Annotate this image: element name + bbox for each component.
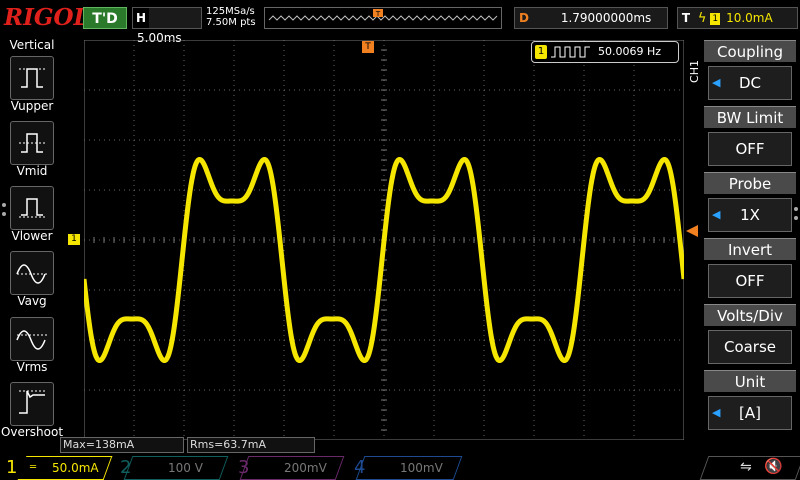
max-measurement[interactable]: Max=138mA [60,437,184,453]
unit-title: Unit [704,370,796,392]
delay-value: 1.79000000ms [560,11,652,25]
channel4-tab-frame [355,456,463,480]
overshoot-button[interactable] [10,382,54,426]
speaker-muted-icon[interactable]: 🔇 [764,457,783,475]
channel2-tab-frame [123,456,229,480]
coupling-button[interactable]: ◀ DC [708,66,792,100]
vmid-button[interactable] [10,121,54,165]
right-scroll-dot [794,216,798,220]
left-scroll-dot [2,212,6,216]
left-menu-title: Vertical [9,38,55,52]
bw-limit-value: OFF [735,140,765,158]
coupling-value: DC [738,74,762,92]
rms-measurement[interactable]: Rms=63.7mA [187,437,315,453]
rigol-logo: RIGOL [4,4,90,31]
bw-limit-button[interactable]: OFF [708,132,792,166]
sample-rate: 125MSa/s [206,6,255,17]
overshoot-label: Overshoot [0,425,64,439]
channel3-tab-frame [239,456,345,480]
trigger-position-marker[interactable]: T [362,41,374,53]
trigger-label: T [681,11,691,25]
unit-value: [A] [739,404,761,422]
coupling-title: Coupling [704,40,796,62]
bw-limit-title: BW Limit [704,106,796,128]
timebase-display[interactable]: H 5.00ms [132,7,202,45]
square-wave-icon [551,46,590,58]
vrms-button[interactable] [10,317,54,361]
vavg-icon [16,264,47,284]
probe-arrow-icon: ◀ [712,208,721,221]
channel1-icon: 1 [710,12,721,25]
vupper-icon [19,68,45,88]
unit-arrow-icon: ◀ [712,406,721,419]
probe-button[interactable]: ◀ 1X [708,198,792,232]
channel1-number: 1 [6,457,18,478]
vupper-button[interactable] [10,56,54,100]
vupper-label: Vupper [10,99,54,113]
vlower-label: Vlower [11,229,53,243]
invert-button[interactable]: OFF [708,264,792,298]
coupling-arrow-icon: ◀ [712,76,721,89]
vavg-label: Vavg [17,294,47,308]
vrms-label: Vrms [16,360,48,374]
timebase-label: H [133,8,149,28]
trigger-level-marker[interactable] [686,225,698,237]
frequency-counter: 1 50.0069 Hz [531,41,679,63]
overshoot-icon [19,390,45,414]
counter-channel-badge: 1 [535,45,547,59]
right-menu-channel-label: CH1 [688,60,701,83]
volts-div-value: Coarse [723,338,777,356]
rising-edge-icon: ϟ [697,11,707,26]
vavg-button[interactable] [10,251,54,295]
channel1-tab-frame [17,456,113,480]
memory-position-bar[interactable]: T [264,7,502,29]
acquisition-info: 125MSa/s 7.50M pts [206,6,262,30]
volts-div-button[interactable]: Coarse [708,330,792,364]
trigger-status-badge: T'D [83,7,127,29]
vrms-icon [16,330,47,350]
memory-waveform-icon: T [268,9,498,21]
probe-value: 1X [740,206,760,224]
delay-label: D [519,11,529,25]
vmid-icon [19,133,45,153]
svg-text:T: T [375,10,381,18]
probe-title: Probe [704,172,796,194]
trigger-display[interactable]: T ϟ 1 10.0mA [677,7,798,29]
frequency-value: 50.0069 Hz [598,45,662,58]
vlower-button[interactable] [10,186,54,230]
unit-button[interactable]: ◀ [A] [708,396,792,430]
delay-display[interactable]: D 1.79000000ms [514,7,668,29]
right-scroll-dot [794,207,798,211]
trigger-level-value: 10.0mA [726,11,773,25]
channel1-offset-marker[interactable]: 1 [68,234,80,245]
vmid-label: Vmid [16,164,48,178]
invert-value: OFF [735,272,765,290]
left-scroll-dot [2,203,6,207]
usb-icon: ⇋ [740,459,752,475]
volts-div-title: Volts/Div [704,304,796,326]
memory-depth: 7.50M pts [206,17,256,28]
waveform-display[interactable] [84,40,684,440]
vlower-icon [19,198,45,218]
invert-title: Invert [704,238,796,260]
